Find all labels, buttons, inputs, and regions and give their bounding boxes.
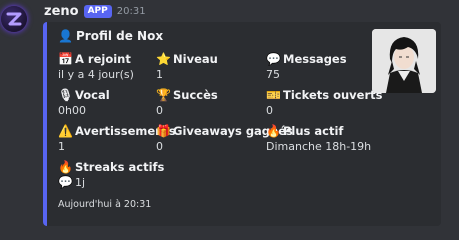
warning-icon: ⚠️: [58, 123, 73, 138]
fire-icon: 🔥: [266, 123, 281, 138]
field-tickets: 🎫 Tickets ouverts 0: [266, 87, 383, 117]
message-header: zeno APP 20:31: [44, 3, 146, 19]
speech-balloon-icon: 💬: [58, 175, 73, 189]
field-streaks: 🔥 Streaks actifs 💬 1j: [58, 159, 165, 189]
microphone-icon: 🎙: [58, 87, 74, 102]
speech-balloon-icon: 💬: [266, 51, 281, 66]
fire-icon: 🔥: [58, 159, 73, 174]
ticket-icon: 🎫: [266, 87, 281, 102]
gift-icon: 🎁: [156, 123, 171, 138]
profile-thumbnail[interactable]: [372, 29, 436, 93]
message-timestamp: 20:31: [116, 5, 146, 17]
username[interactable]: zeno: [44, 4, 79, 19]
profile-embed: 👤 Profil de Nox 📅 A rejoint il y a 4 jour…: [43, 22, 441, 226]
bot-avatar[interactable]: [1, 6, 27, 32]
field-achievements: 🏆 Succès 0: [156, 87, 218, 117]
field-level: ⭐ Niveau 1: [156, 51, 218, 81]
trophy-icon: 🏆: [156, 87, 171, 102]
field-joined: 📅 A rejoint il y a 4 jour(s): [58, 51, 134, 81]
embed-footer: Aujourd'hui à 20:31: [58, 199, 152, 210]
field-voice: 🎙 Vocal 0h00: [58, 87, 110, 117]
app-badge: APP: [83, 4, 112, 18]
field-most-active: 🔥 Plus actif Dimanche 18h-19h: [266, 123, 372, 153]
star-icon: ⭐: [156, 51, 171, 66]
bust-silhouette-icon: 👤: [58, 28, 73, 43]
calendar-icon: 📅: [58, 51, 73, 66]
field-messages: 💬 Messages 75: [266, 51, 347, 81]
embed-title-text: Profil de Nox: [76, 29, 164, 43]
embed-title: 👤 Profil de Nox: [58, 29, 163, 43]
